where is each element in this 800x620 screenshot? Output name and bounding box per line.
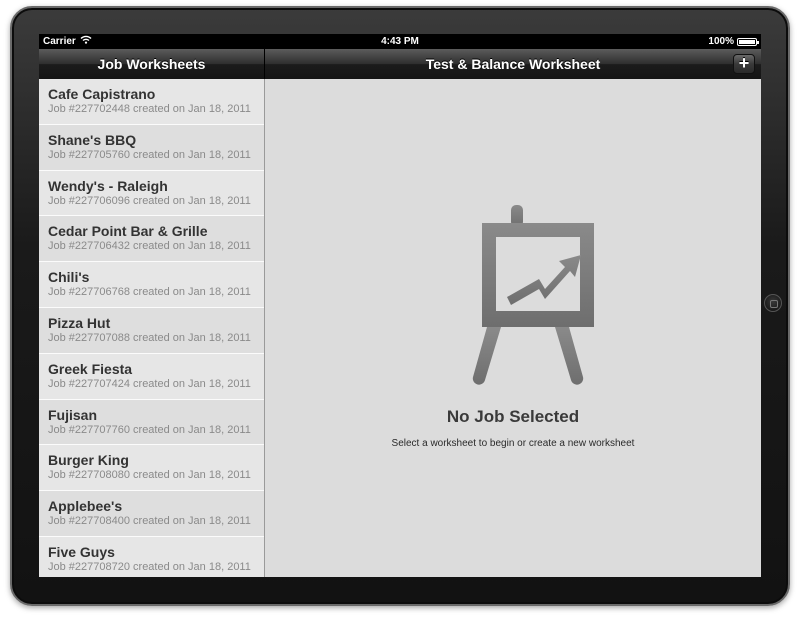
item-title: Applebee's — [48, 498, 123, 515]
list-item[interactable]: Pizza Hut Job #227707088 created on Jan … — [39, 307, 264, 354]
item-subtitle: Job #227708080 created on Jan 18, 2011 — [48, 469, 251, 482]
item-title: Chili's — [48, 269, 90, 286]
item-subtitle: Job #227707088 created on Jan 18, 2011 — [48, 331, 251, 344]
item-subtitle: Job #227705760 created on Jan 18, 2011 — [48, 148, 251, 161]
empty-state-subtitle: Select a worksheet to begin or create a … — [391, 438, 635, 449]
add-worksheet-button[interactable]: + — [733, 54, 755, 74]
item-title: Cedar Point Bar & Grille — [48, 223, 208, 240]
detail-title: Test & Balance Worksheet — [425, 56, 601, 72]
item-title: Pizza Hut — [48, 314, 111, 331]
presentation-easel-icon — [441, 205, 595, 387]
list-item[interactable]: Fujisan Job #227707760 created on Jan 18… — [39, 399, 264, 446]
item-subtitle: Job #227707760 created on Jan 18, 2011 — [48, 423, 251, 436]
screen: Carrier 4:43 PM 100% Job Worksheets Test… — [39, 34, 761, 577]
list-item[interactable]: Applebee's Job #227708400 created on Jan… — [39, 491, 264, 537]
item-title: Fujisan — [48, 406, 98, 423]
item-title: Shane's BBQ — [48, 131, 137, 148]
plus-icon: + — [738, 53, 750, 73]
item-title: Five Guys — [48, 543, 115, 560]
battery-icon — [737, 37, 759, 46]
item-title: Wendy's - Raleigh — [48, 177, 168, 194]
item-subtitle: Job #227706096 created on Jan 18, 2011 — [48, 194, 251, 207]
status-bar: Carrier 4:43 PM 100% — [39, 34, 761, 49]
list-item[interactable]: Greek Fiesta Job #227707424 created on J… — [39, 353, 264, 400]
detail-nav-bar: Test & Balance Worksheet + — [265, 49, 761, 79]
home-button[interactable] — [764, 294, 782, 312]
status-time: 4:43 PM — [381, 36, 419, 47]
item-subtitle: Job #227708400 created on Jan 18, 2011 — [48, 515, 251, 528]
list-item[interactable]: Chili's Job #227706768 created on Jan 18… — [39, 262, 264, 308]
item-subtitle: Job #227707424 created on Jan 18, 2011 — [48, 377, 251, 390]
list-item[interactable]: Cedar Point Bar & Grille Job #227706432 … — [39, 216, 264, 263]
status-right: 100% — [708, 34, 759, 49]
job-list[interactable]: Cafe Capistrano Job #227702448 created o… — [39, 79, 265, 577]
list-item[interactable]: Cafe Capistrano Job #227702448 created o… — [39, 79, 264, 125]
item-subtitle: Job #227702448 created on Jan 18, 2011 — [48, 103, 251, 115]
item-subtitle: Job #227708720 created on Jan 18, 2011 — [48, 560, 251, 573]
master-title: Job Worksheets — [97, 56, 206, 72]
list-item[interactable]: Shane's BBQ Job #227705760 created on Ja… — [39, 124, 264, 171]
item-title: Burger King — [48, 452, 129, 469]
empty-state-title: No Job Selected — [446, 407, 580, 426]
list-item[interactable]: Wendy's - Raleigh Job #227706096 created… — [39, 170, 264, 217]
battery-percent: 100% — [708, 36, 734, 47]
master-nav-bar: Job Worksheets — [39, 49, 265, 79]
item-title: Cafe Capistrano — [48, 86, 156, 102]
item-subtitle: Job #227706432 created on Jan 18, 2011 — [48, 240, 251, 253]
item-title: Greek Fiesta — [48, 360, 133, 377]
detail-pane: No Job Selected Select a worksheet to be… — [265, 79, 761, 577]
list-item[interactable]: Five Guys Job #227708720 created on Jan … — [39, 536, 264, 577]
list-item[interactable]: Burger King Job #227708080 created on Ja… — [39, 445, 264, 492]
item-subtitle: Job #227706768 created on Jan 18, 2011 — [48, 286, 251, 299]
